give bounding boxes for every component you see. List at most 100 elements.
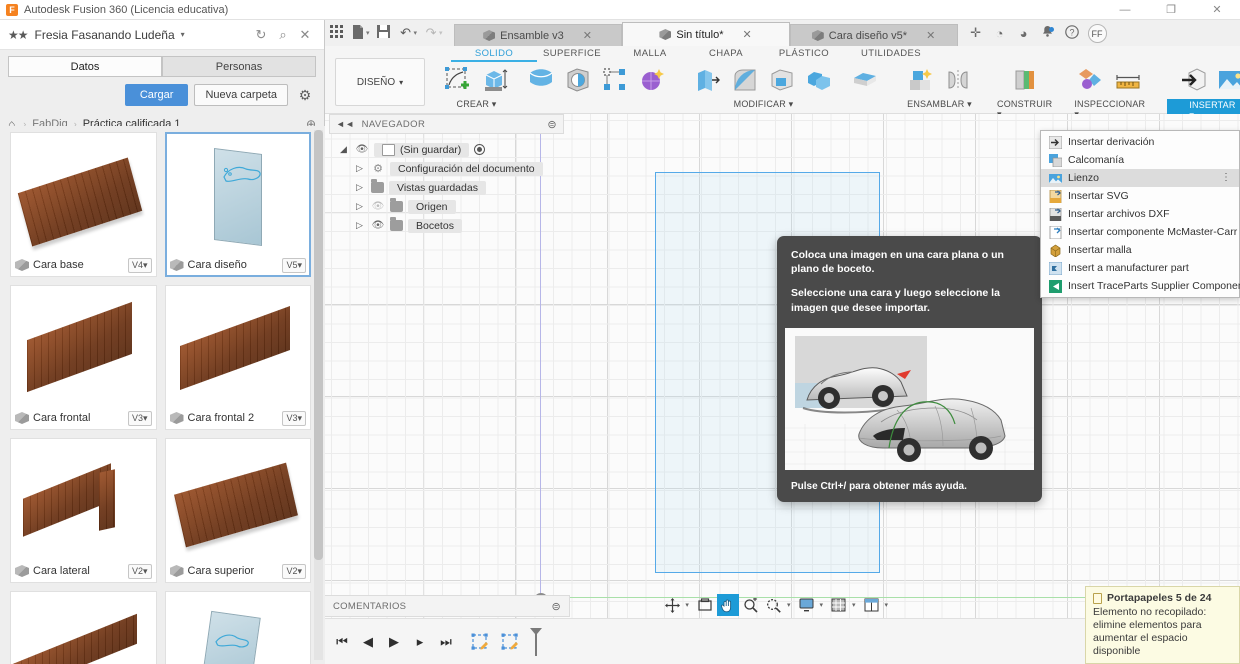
tab-datos[interactable]: Datos	[8, 56, 162, 77]
app-grid-icon[interactable]	[325, 25, 347, 41]
file-tile[interactable]: Cara frontal V3▾	[10, 285, 157, 430]
chevron-down-icon[interactable]: ▾	[852, 601, 856, 609]
insert-derive-button[interactable]	[1177, 63, 1211, 97]
menu-item-manufacturer-part[interactable]: Insert a manufacturer part	[1041, 259, 1239, 277]
sketch-feature-icon[interactable]	[497, 629, 523, 655]
menu-item-traceparts[interactable]: Insert TraceParts Supplier Components	[1041, 277, 1239, 295]
version-badge[interactable]: V3▾	[128, 411, 152, 426]
browser-node-sketches[interactable]: ▷ 👁 Bocetos	[329, 216, 564, 235]
visibility-eye-icon[interactable]: 👁	[371, 220, 385, 231]
browser-node-root[interactable]: ◢ 👁 (Sin guardar)	[329, 140, 564, 159]
close-icon[interactable]: ✕	[926, 29, 935, 42]
job-status-icon[interactable]: ◔	[988, 26, 1012, 41]
chevron-down-icon[interactable]: ▾	[414, 29, 418, 37]
version-badge[interactable]: V2▾	[128, 564, 152, 579]
notifications-bell-icon[interactable]	[1036, 25, 1060, 41]
file-tile[interactable]	[10, 591, 157, 664]
menu-item-insertar-malla[interactable]: Insertar malla	[1041, 241, 1239, 259]
ribbon-tab-superfice[interactable]: SUPERFICE	[533, 48, 611, 59]
document-tab-sin-titulo[interactable]: Sin título* ✕	[622, 22, 790, 46]
clipboard-toast[interactable]: Portapapeles 5 de 24 Elemento no recopil…	[1085, 586, 1240, 664]
team-name[interactable]: Fresia Fasanando Ludeña	[35, 28, 175, 42]
version-badge[interactable]: V4▾	[128, 258, 152, 273]
menu-item-insertar-dxf[interactable]: Insertar archivos DXF	[1041, 205, 1239, 223]
chevron-down-icon[interactable]: ▾	[181, 30, 185, 39]
close-icon[interactable]: ✕	[742, 28, 751, 41]
pattern-button[interactable]	[598, 63, 632, 97]
recent-icon[interactable]: ◕	[1012, 26, 1036, 41]
create-sketch-button[interactable]	[441, 63, 475, 97]
refresh-icon[interactable]: ↻	[250, 27, 272, 43]
fillet-button[interactable]	[728, 63, 762, 97]
file-tile[interactable]: Cara lateral V2▾	[10, 438, 157, 583]
ribbon-tab-chapa[interactable]: CHAPA	[691, 48, 761, 59]
file-tile[interactable]: Cara base V4▾	[10, 132, 157, 277]
panel-label-ensamblar[interactable]: ENSAMBLAR ▾	[907, 99, 972, 110]
viewports-icon[interactable]	[860, 594, 882, 616]
expand-arrow-icon[interactable]: ▷	[353, 201, 366, 212]
file-tile[interactable]: Cara frontal 2 V3▾	[165, 285, 312, 430]
panel-label-crear[interactable]: CREAR ▾	[457, 99, 497, 110]
chevron-down-icon[interactable]: ▾	[366, 29, 370, 37]
file-tile[interactable]	[165, 591, 312, 664]
menu-item-insertar-derivacion[interactable]: Insertar derivación	[1041, 133, 1239, 151]
chevron-down-icon[interactable]: ▾	[439, 29, 443, 37]
file-tile[interactable]: Cara diseño V5▾	[165, 132, 312, 277]
measure-button[interactable]	[1111, 63, 1145, 97]
chevron-down-icon[interactable]: ▾	[819, 601, 823, 609]
upload-button[interactable]: Cargar	[125, 84, 189, 106]
menu-item-mcmaster-carr[interactable]: Insertar componente McMaster-Carr	[1041, 223, 1239, 241]
file-tile[interactable]: Cara superior V2▾	[165, 438, 312, 583]
form-sculpt-button[interactable]	[635, 63, 669, 97]
comments-panel[interactable]: COMENTARIOS ⊜	[325, 595, 570, 617]
avatar[interactable]: FF	[1088, 24, 1107, 43]
search-icon[interactable]: ⌕	[272, 27, 294, 43]
ribbon-tab-malla[interactable]: MALLA	[615, 48, 685, 59]
new-folder-button[interactable]: Nueva carpeta	[194, 84, 288, 106]
new-tab-button[interactable]: ✛	[964, 25, 988, 41]
chevron-down-icon[interactable]: ▾	[884, 601, 888, 609]
close-icon[interactable]: ✕	[583, 29, 592, 42]
press-pull-button[interactable]	[691, 63, 725, 97]
minimize-button[interactable]: —	[1102, 0, 1148, 20]
timeline-first-button[interactable]: ⏮	[331, 629, 353, 655]
timeline-marker-icon[interactable]	[523, 629, 549, 655]
orbit-icon[interactable]	[661, 594, 683, 616]
combine-button[interactable]	[802, 63, 836, 97]
browser-node-saved-views[interactable]: ▷ Vistas guardadas	[329, 178, 564, 197]
version-badge[interactable]: V2▾	[282, 564, 306, 579]
tab-personas[interactable]: Personas	[162, 56, 316, 77]
shell-button[interactable]	[765, 63, 799, 97]
pan-display-icon[interactable]	[694, 594, 716, 616]
panel-label-modificar[interactable]: MODIFICAR ▾	[734, 99, 794, 110]
expand-arrow-icon[interactable]: ▷	[353, 182, 366, 193]
version-badge[interactable]: V3▾	[282, 411, 306, 426]
joint-button[interactable]	[941, 63, 975, 97]
zoom-icon[interactable]	[763, 594, 785, 616]
close-button[interactable]: ✕	[1194, 0, 1240, 20]
collapse-icon[interactable]: ◄◄	[336, 119, 355, 129]
comments-options-icon[interactable]: ⊜	[551, 600, 561, 613]
ribbon-tab-utilidades[interactable]: UTILIDADES	[849, 48, 933, 59]
activate-component-radio[interactable]	[474, 144, 485, 155]
construction-plane-button[interactable]	[1008, 63, 1042, 97]
menu-item-calcomania[interactable]: Calcomanía	[1041, 151, 1239, 169]
insert-canvas-button[interactable]	[1214, 63, 1240, 97]
surface-patch-button[interactable]	[524, 63, 558, 97]
version-badge[interactable]: V5▾	[282, 258, 306, 273]
ribbon-tab-solido[interactable]: SOLIDO	[459, 48, 529, 59]
timeline-play-button[interactable]: ▶	[383, 629, 405, 655]
gear-icon[interactable]: ⚙	[294, 87, 316, 104]
timeline-next-button[interactable]: ▸	[409, 629, 431, 655]
overflow-menu-icon[interactable]: ⋮	[1221, 174, 1231, 182]
section-analysis-button[interactable]	[1074, 63, 1108, 97]
document-tab-ensamble[interactable]: Ensamble v3 ✕	[454, 24, 622, 46]
sketch-feature-icon[interactable]	[467, 629, 493, 655]
zoom-window-icon[interactable]	[740, 594, 762, 616]
document-tab-cara-diseno[interactable]: Cara diseño v5* ✕	[790, 24, 958, 46]
menu-item-lienzo[interactable]: Lienzo ⋮	[1041, 169, 1239, 187]
timeline-prev-button[interactable]: ◀	[357, 629, 379, 655]
browser-options-icon[interactable]: ⊜	[547, 118, 557, 131]
visibility-eye-icon[interactable]: 👁	[355, 144, 369, 155]
scrollbar-thumb[interactable]	[314, 130, 323, 560]
